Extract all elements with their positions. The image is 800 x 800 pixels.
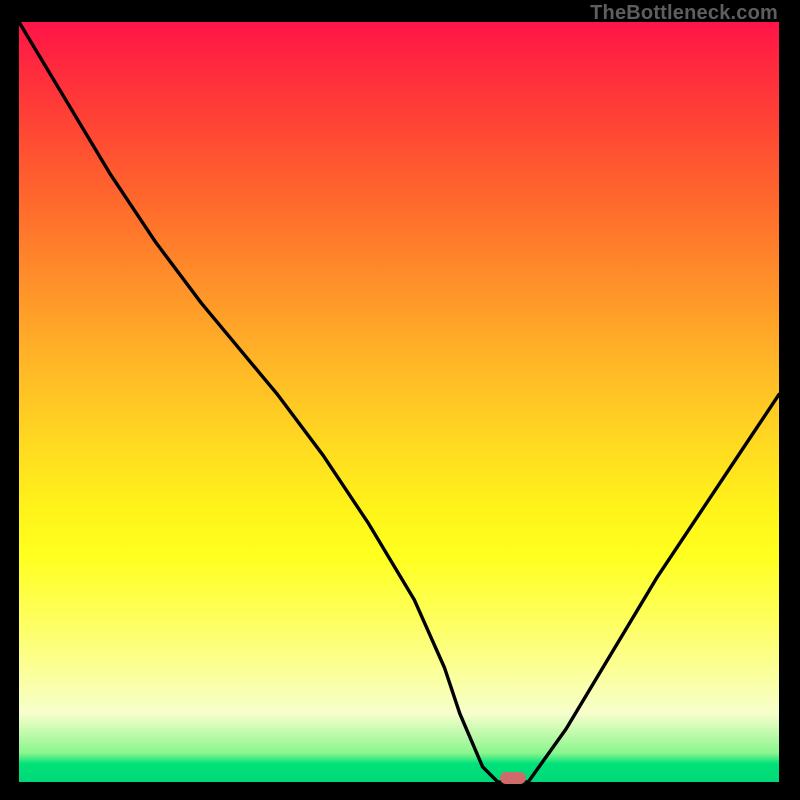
chart-curve-layer <box>19 22 779 782</box>
bottleneck-curve <box>19 22 779 782</box>
chart-plot-area <box>19 22 779 782</box>
chart-stage: TheBottleneck.com <box>0 0 800 800</box>
optimal-marker <box>500 772 526 784</box>
